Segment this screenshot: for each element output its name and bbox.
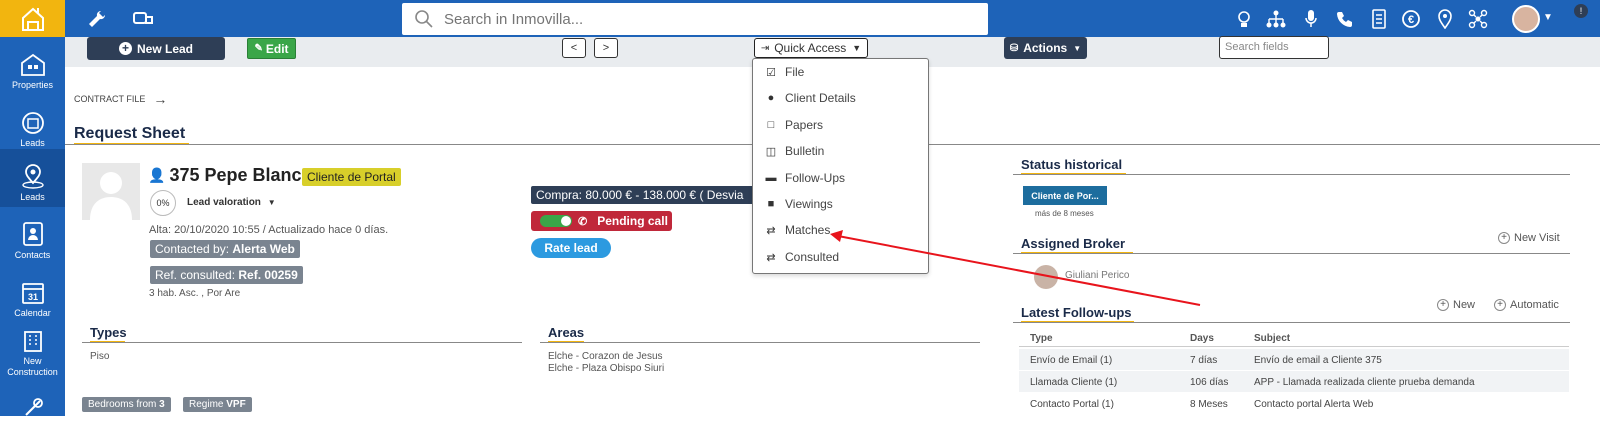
annotation-arrow [830,230,1201,306]
